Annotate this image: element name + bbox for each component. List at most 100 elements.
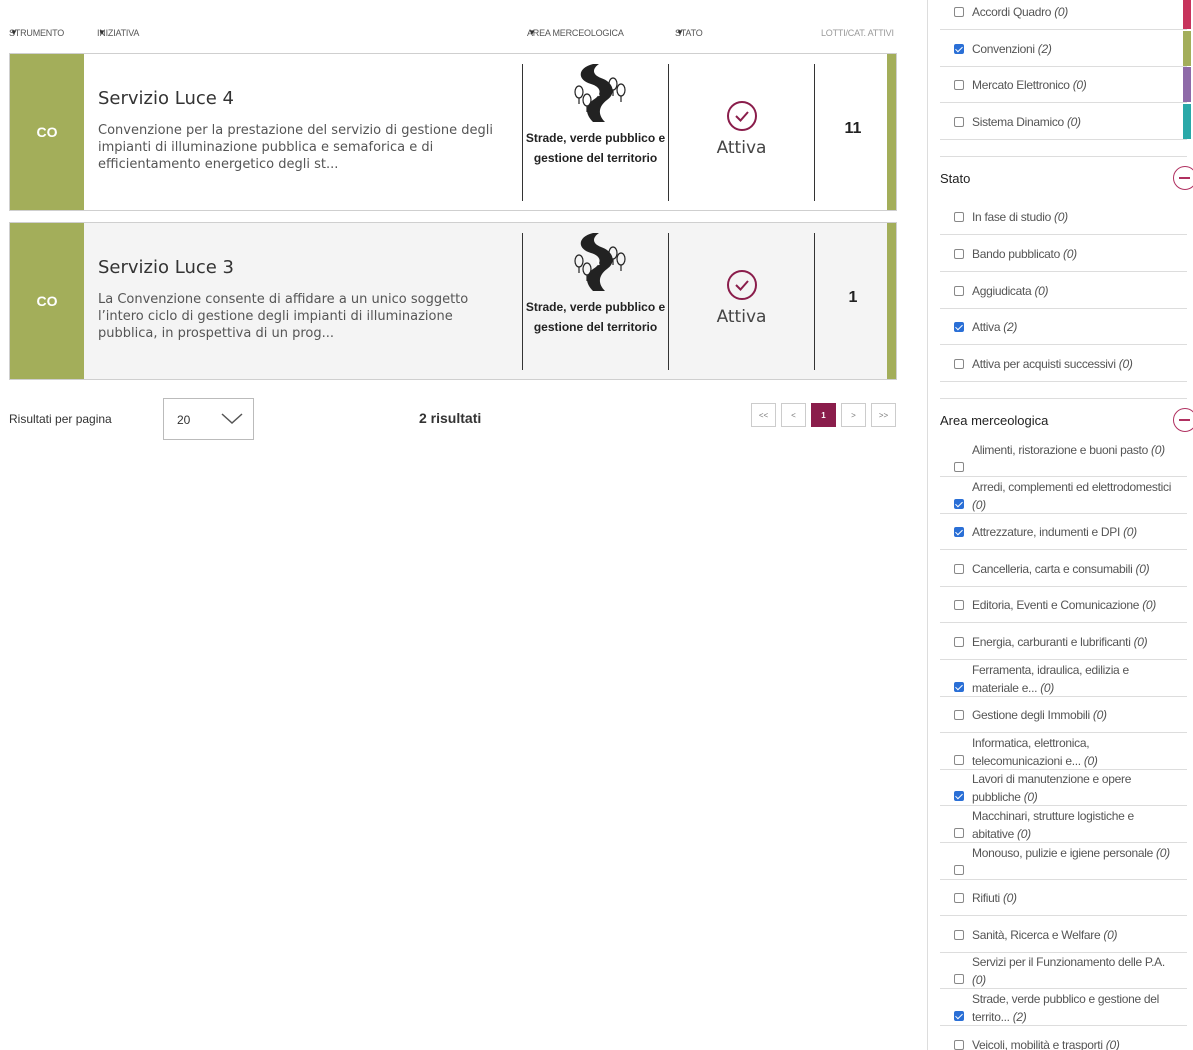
collapse-minus-icon[interactable] bbox=[1173, 166, 1193, 190]
checkbox[interactable] bbox=[954, 563, 964, 574]
filter-label-text: Attiva bbox=[972, 320, 1001, 334]
filter-label-text: Accordi Quadro bbox=[972, 5, 1052, 19]
check-circle-icon bbox=[726, 270, 757, 300]
filter-label-text: Rifiuti bbox=[972, 891, 1000, 906]
filter-area-item[interactable]: Ferramenta, idraulica, edilizia e materi… bbox=[940, 661, 1187, 697]
result-card[interactable]: CO Servizio Luce 3 La Convenzione consen… bbox=[9, 222, 897, 380]
filter-stato-item[interactable]: In fase di studio (0) bbox=[940, 199, 1187, 235]
sort-down-icon: ▼ bbox=[10, 28, 18, 37]
filter-label: Arredi, complementi ed elettrodomestici … bbox=[972, 478, 1177, 514]
filter-area-item[interactable]: Strade, verde pubblico e gestione del te… bbox=[940, 990, 1187, 1026]
collapse-minus-icon[interactable] bbox=[1173, 408, 1193, 432]
filter-label-text: Macchinari, strutture logistiche e abita… bbox=[972, 809, 1134, 841]
filter-area-item[interactable]: Alimenti, ristorazione e buoni pasto (0) bbox=[940, 441, 1187, 477]
filter-label: Macchinari, strutture logistiche e abita… bbox=[972, 807, 1177, 843]
column-lotti-label[interactable]: LOTTI/CAT. ATTIVI bbox=[821, 28, 894, 38]
filter-label-text: Veicoli, mobilità e trasporti bbox=[972, 1037, 1103, 1050]
result-card[interactable]: CO Servizio Luce 4 Convenzione per la pr… bbox=[9, 53, 897, 211]
filter-label: Attiva (2) bbox=[972, 318, 1177, 336]
filter-label-text: Cancelleria, carta e consumabili bbox=[972, 561, 1133, 576]
checkbox[interactable] bbox=[954, 864, 964, 875]
checkbox[interactable] bbox=[954, 828, 964, 838]
first-page-button[interactable]: << bbox=[751, 403, 776, 427]
filter-count: (2) bbox=[1012, 1010, 1027, 1024]
checkbox[interactable] bbox=[954, 286, 964, 296]
checkbox[interactable] bbox=[954, 462, 964, 472]
filter-sidebar: Accordi Quadro (0) Convenzioni (2) Mercato… bbox=[927, 0, 1193, 1050]
filter-label: Attrezzature, indumenti e DPI (0) bbox=[972, 523, 1177, 541]
filter-area-item[interactable]: Monouso, pulizie e igiene personale (0) bbox=[940, 844, 1187, 880]
checkbox-checked[interactable] bbox=[954, 681, 964, 692]
filter-area-item[interactable]: Informatica, elettronica, telecomunicazi… bbox=[940, 734, 1187, 770]
checkbox[interactable] bbox=[954, 117, 964, 127]
checkbox[interactable] bbox=[954, 1039, 964, 1050]
checkbox-checked[interactable] bbox=[954, 322, 964, 332]
filter-stato-item[interactable]: Aggiudicata (0) bbox=[940, 273, 1187, 309]
filter-count: (0) bbox=[1123, 525, 1137, 540]
filter-strumento-item[interactable]: Convenzioni (2) bbox=[940, 31, 1191, 67]
checkbox[interactable] bbox=[954, 974, 964, 985]
filter-label-text: Mercato Elettronico bbox=[972, 78, 1070, 92]
checkbox-checked[interactable] bbox=[954, 498, 964, 509]
filter-area-item[interactable]: Lavori di manutenzione e opere pubbliche… bbox=[940, 770, 1187, 807]
filter-label-text: Arredi, complementi ed elettrodomestici bbox=[972, 479, 1172, 494]
checkbox[interactable] bbox=[954, 929, 964, 940]
filter-count: (0) bbox=[1092, 708, 1107, 723]
filter-area-item[interactable]: Veicoli, mobilità e trasporti (0) bbox=[940, 1027, 1187, 1050]
filter-label: Informatica, elettronica, telecomunicazi… bbox=[972, 734, 1177, 770]
checkbox[interactable] bbox=[954, 80, 964, 90]
prev-page-button[interactable]: < bbox=[781, 403, 806, 427]
filter-strumento-item[interactable]: Sistema Dinamico (0) bbox=[940, 104, 1191, 140]
checkbox[interactable] bbox=[954, 249, 964, 259]
stato-cell: Attiva bbox=[669, 100, 814, 158]
filter-strumento-item[interactable]: Mercato Elettronico (0) bbox=[940, 67, 1191, 103]
next-page-button[interactable]: > bbox=[841, 403, 866, 427]
checkbox[interactable] bbox=[954, 600, 964, 611]
checkbox-checked[interactable] bbox=[954, 791, 964, 802]
filter-stato-item[interactable]: Attiva per acquisti successivi (0) bbox=[940, 346, 1187, 382]
checkbox[interactable] bbox=[954, 359, 964, 369]
filter-area-item[interactable]: Attrezzature, indumenti e DPI (0) bbox=[940, 514, 1187, 551]
filter-area-item[interactable]: Rifiuti (0) bbox=[940, 880, 1187, 917]
checkbox[interactable] bbox=[954, 754, 964, 765]
filter-area-item[interactable]: Arredi, complementi ed elettrodomestici … bbox=[940, 478, 1187, 514]
result-title[interactable]: Servizio Luce 4 bbox=[98, 88, 234, 109]
filter-area-item[interactable]: Cancelleria, carta e consumabili (0) bbox=[940, 551, 1187, 587]
pager: << < 1 > >> bbox=[751, 403, 896, 427]
filter-stato-item[interactable]: Attiva (2) bbox=[940, 309, 1187, 345]
checkbox[interactable] bbox=[954, 893, 964, 904]
filter-count: (0) bbox=[1135, 561, 1150, 576]
filter-count: (0) bbox=[1002, 891, 1017, 906]
checkbox-checked[interactable] bbox=[954, 527, 964, 538]
filter-area-item[interactable]: Sanità, Ricerca e Welfare (0) bbox=[940, 917, 1187, 953]
per-page-label: Risultati per pagina bbox=[9, 412, 112, 426]
filter-area-item[interactable]: Editoria, Eventi e Comunicazione (0) bbox=[940, 587, 1187, 624]
filter-label: Alimenti, ristorazione e buoni pasto (0) bbox=[972, 441, 1177, 459]
filter-label-text: Gestione degli Immobili bbox=[972, 708, 1090, 723]
filter-area-item[interactable]: Gestione degli Immobili (0) bbox=[940, 697, 1187, 734]
result-description: La Convenzione consente di affidare a un… bbox=[98, 292, 469, 341]
filter-count: (2) bbox=[1037, 42, 1052, 56]
strumento-badge: CO bbox=[10, 54, 84, 210]
strumento-color-tab bbox=[1183, 0, 1191, 29]
checkbox-checked[interactable] bbox=[954, 44, 964, 54]
road-trees-icon bbox=[573, 64, 626, 122]
checkbox[interactable] bbox=[954, 212, 964, 222]
per-page-select[interactable]: 20 bbox=[163, 398, 254, 440]
checkbox-checked[interactable] bbox=[954, 1011, 964, 1021]
current-page-button[interactable]: 1 bbox=[811, 403, 836, 427]
filter-strumento-item[interactable]: Accordi Quadro (0) bbox=[940, 0, 1191, 30]
result-description: Convenzione per la prestazione del servi… bbox=[98, 123, 494, 172]
filter-area-item[interactable]: Energia, carburanti e lubrificanti (0) bbox=[940, 624, 1187, 660]
checkbox[interactable] bbox=[954, 637, 964, 647]
last-page-button[interactable]: >> bbox=[871, 403, 896, 427]
filter-area-item[interactable]: Macchinari, strutture logistiche e abita… bbox=[940, 807, 1187, 843]
filter-stato-item[interactable]: Bando pubblicato (0) bbox=[940, 236, 1187, 272]
filter-label-text: Energia, carburanti e lubrificanti bbox=[972, 635, 1131, 649]
filter-area-item[interactable]: Servizi per il Funzionamento delle P.A. … bbox=[940, 953, 1187, 990]
filter-label: Energia, carburanti e lubrificanti (0) bbox=[972, 633, 1177, 651]
checkbox[interactable] bbox=[954, 710, 964, 721]
filter-count: (0) bbox=[1072, 78, 1087, 92]
result-title[interactable]: Servizio Luce 3 bbox=[98, 257, 234, 278]
checkbox[interactable] bbox=[954, 7, 964, 17]
